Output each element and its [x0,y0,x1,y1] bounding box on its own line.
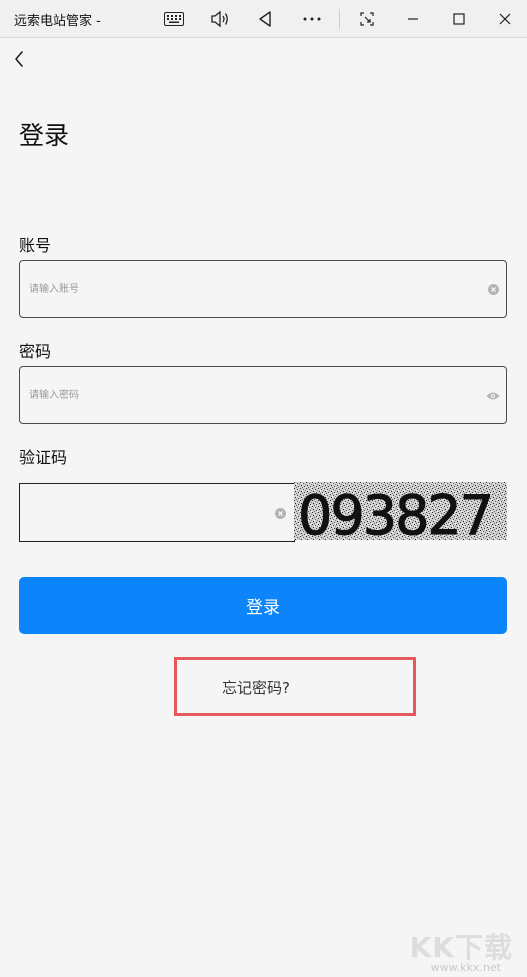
account-input[interactable] [29,261,469,317]
account-field-box [19,260,507,318]
eye-icon[interactable] [486,389,500,402]
watermark-url: www.kkx.net [430,961,501,974]
window-title: 远索电站管家 - [14,14,101,29]
back-triangle-icon[interactable] [245,0,285,38]
keyboard-icon[interactable] [154,0,194,38]
account-label: 账号 [19,236,52,255]
forgot-password-link[interactable]: 忘记密码? [222,677,290,698]
titlebar-divider [339,9,340,29]
back-arrow-icon[interactable] [8,48,30,70]
page-title: 登录 [19,121,70,150]
password-field-box [19,366,507,424]
password-input[interactable] [29,367,469,423]
highlight-box [174,657,416,716]
close-icon[interactable] [485,0,525,38]
login-button[interactable]: 登录 [19,577,507,634]
maximize-icon[interactable] [439,0,479,38]
captcha-image-text: 093827 [298,484,492,540]
minimize-icon[interactable] [393,0,433,38]
captcha-input[interactable] [29,484,269,541]
captcha-field-box [19,483,295,542]
window-titlebar: 远索电站管家 - [0,0,527,38]
watermark-logo: KK下载 [409,931,513,964]
captcha-image[interactable]: 093827 [294,482,507,540]
snip-icon[interactable] [347,0,387,38]
speaker-icon[interactable] [200,0,240,38]
clear-icon[interactable] [274,507,287,520]
password-label: 密码 [19,342,52,361]
captcha-label: 验证码 [19,448,68,467]
more-icon[interactable] [292,0,332,38]
clear-icon[interactable] [487,283,500,296]
